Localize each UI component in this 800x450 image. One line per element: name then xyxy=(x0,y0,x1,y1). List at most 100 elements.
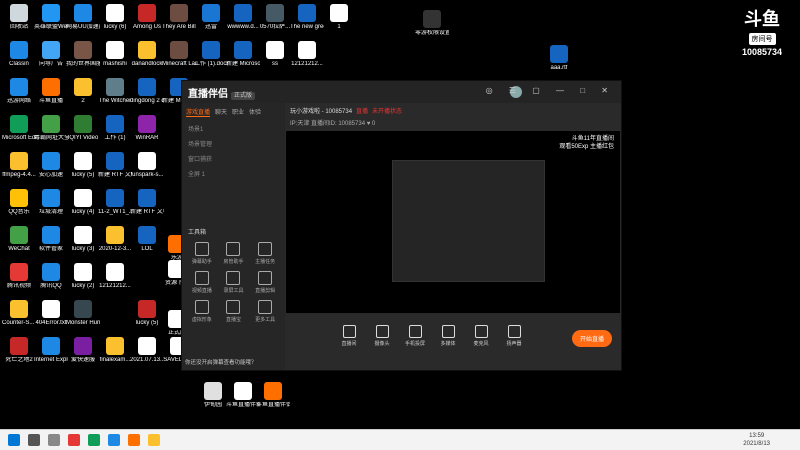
desktop-icon[interactable]: funspark-s... xyxy=(130,152,164,179)
desktop-icon[interactable]: 斗鱼直播伴侣 xyxy=(226,382,260,409)
desktop-icon[interactable]: 11-2_WT1_... xyxy=(98,189,132,216)
desktop-icon[interactable]: 垃圾清理 xyxy=(34,189,68,216)
desktop-icon[interactable]: WeChat xyxy=(2,226,36,253)
desktop-icon[interactable]: 安心加速 xyxy=(34,152,68,179)
desktop-icon[interactable]: 毒霸网址大全 xyxy=(34,115,68,142)
desktop-icon[interactable]: 向导广告 xyxy=(34,41,68,68)
desktop-icon[interactable]: IQIYI Video xyxy=(66,115,100,142)
left-tab[interactable]: 游戏直播 xyxy=(186,107,211,117)
tool-item[interactable]: 更多工具 xyxy=(249,300,281,323)
tool-item[interactable]: 房管助手 xyxy=(218,242,250,265)
task-view-icon[interactable] xyxy=(48,434,60,446)
desktop-icon[interactable]: 新建 Microsoft ... xyxy=(226,41,260,68)
start-icon[interactable] xyxy=(8,434,20,446)
bottom-tool[interactable]: 麦克风 xyxy=(470,325,492,347)
desktop-icon[interactable]: 我的世界国服 xyxy=(66,41,100,68)
desktop-icon[interactable]: ffmpeg-4.4... xyxy=(2,152,36,179)
desktop-icon[interactable]: 404Error.txt xyxy=(34,300,68,327)
desktop-icon[interactable]: 12121212... xyxy=(290,41,324,68)
start-stream-button[interactable]: 开始直播 xyxy=(571,330,612,347)
desktop-icon[interactable]: 工作 (1) xyxy=(98,115,132,142)
desktop-icon[interactable]: Monster Hunter... xyxy=(66,300,100,327)
desktop-icon[interactable]: lucky (3) xyxy=(66,226,100,253)
desktop-icon[interactable]: 斗鱼直播 xyxy=(34,78,68,105)
desktop-icon[interactable]: 新建 RTF 文档 (2).rtf xyxy=(98,152,132,179)
room-tag[interactable]: 直播 xyxy=(356,109,368,115)
desktop-icon[interactable]: Among Us xyxy=(130,4,164,31)
scene-item[interactable]: 场景管理 xyxy=(182,136,285,151)
desktop-icon[interactable]: lucky (5) xyxy=(130,300,164,327)
desktop-icon[interactable]: 1 xyxy=(322,4,356,31)
desktop-icon[interactable]: 迅游网络 xyxy=(2,78,36,105)
desktop-icon[interactable]: The new green rev... xyxy=(290,4,324,31)
desktop-icon[interactable]: mashishi xyxy=(98,41,132,68)
desktop-icon[interactable]: 回收站 xyxy=(2,4,36,31)
desktop-icon[interactable]: Counter-S... Global Off... xyxy=(2,300,36,327)
desktop-icon[interactable]: lucky (6) xyxy=(98,4,132,31)
desktop-icon[interactable]: 死亡之地2 xyxy=(2,337,36,364)
notice-text[interactable]: 你还没开启弹幕查看功能哦？ xyxy=(185,358,257,366)
left-tab[interactable]: 聊天 xyxy=(215,107,227,117)
desktop-icon[interactable]: 斗鱼直播伴侣播放器插件 xyxy=(256,382,290,409)
explorer-icon[interactable] xyxy=(108,434,120,446)
desktop-icon[interactable]: LOL xyxy=(130,226,164,253)
douyu-icon[interactable] xyxy=(128,434,140,446)
desktop-icon[interactable]: Classin xyxy=(2,41,36,68)
desktop-icon[interactable]: QQ音乐 xyxy=(2,189,36,216)
desktop-icon[interactable]: 零游权限设置.mp4 xyxy=(415,10,449,37)
desktop-icon[interactable]: wwwww.d... xyxy=(226,4,260,31)
desktop-icon[interactable]: 新建 RTF 文档.rtf xyxy=(130,189,164,216)
scene-item[interactable]: 场景1 xyxy=(182,121,285,136)
tool-item[interactable]: 直播剪辑 xyxy=(249,271,281,294)
scene-item[interactable]: 窗口捕获 xyxy=(182,151,285,166)
desktop-icon[interactable]: Minecraft Launcher xyxy=(162,41,196,68)
desktop-icon[interactable]: 爱快速服 xyxy=(66,337,100,364)
search-icon[interactable] xyxy=(28,434,40,446)
desktop-icon[interactable]: 2020-12-3... xyxy=(98,226,132,253)
desktop-icon[interactable]: 腾讯QQ xyxy=(34,263,68,290)
desktop-icon[interactable]: 2021.07.13... xyxy=(130,337,164,364)
tool-item[interactable]: 录屏工具 xyxy=(218,271,250,294)
bottom-tool[interactable]: 扬声器 xyxy=(503,325,525,347)
app-icon[interactable] xyxy=(68,434,80,446)
tool-item[interactable]: 主播任务 xyxy=(249,242,281,265)
app-titlebar[interactable]: 直播伴侣 正式版 ◎ ☰ ▢ — □ ✕ xyxy=(182,81,621,103)
left-tab[interactable]: 体验 xyxy=(249,107,261,117)
left-tab[interactable]: 职业 xyxy=(232,107,244,117)
desktop-icon[interactable]: 腾讯视频 xyxy=(2,263,36,290)
desktop-icon[interactable]: WinRAR xyxy=(130,115,164,142)
bottom-tool[interactable]: 手机投屏 xyxy=(404,325,426,347)
desktop-icon[interactable]: 软件管家 xyxy=(34,226,68,253)
desktop-icon[interactable]: 0570拉萨... xyxy=(258,4,292,31)
scene-item[interactable]: 全屏 1 xyxy=(182,166,285,181)
clock[interactable]: 13:59 2021/8/13 xyxy=(743,432,770,448)
bottom-tool[interactable]: 摄像头 xyxy=(371,325,393,347)
desktop-icon[interactable]: Microsoft Edge xyxy=(2,115,36,142)
streaming-app-window[interactable]: 直播伴侣 正式版 ◎ ☰ ▢ — □ ✕ 游戏直播 聊天 职业 体验 场景1 场景管理 窗口… xyxy=(181,80,622,371)
bottom-tool[interactable]: 多媒体 xyxy=(437,325,459,347)
desktop-icon[interactable]: 12121212... xyxy=(98,263,132,290)
desktop-icon[interactable]: lucky (2) xyxy=(66,263,100,290)
tool-item[interactable]: 直播宝 xyxy=(218,300,250,323)
desktop-icon[interactable]: lucky (5) xyxy=(66,152,100,179)
tool-item[interactable]: 弹幕助手 xyxy=(186,242,218,265)
desktop-icon[interactable]: dingdong 2 deyandocx xyxy=(130,78,164,105)
desktop-icon[interactable]: aaa.rtf xyxy=(542,45,576,72)
desktop-icon[interactable]: The Witcher xyxy=(98,78,132,105)
desktop-icon[interactable]: They Are Billions xyxy=(162,4,196,31)
desktop-icon[interactable]: finalexam... xyxy=(98,337,132,364)
desktop-icon[interactable]: 2 xyxy=(66,78,100,105)
edge-icon[interactable] xyxy=(88,434,100,446)
desktop-icon[interactable]: Internet Explorer xyxy=(34,337,68,364)
desktop-icon[interactable]: 迅雷 xyxy=(194,4,228,31)
bottom-tool[interactable]: 直播间 xyxy=(338,325,360,347)
desktop-icon[interactable]: lucky (4) xyxy=(66,189,100,216)
tool-item[interactable]: 虚拟形象 xyxy=(186,300,218,323)
desktop-icon[interactable]: 伊甸园 xyxy=(196,382,230,409)
desktop-icon[interactable]: 网易UU加速器 xyxy=(66,4,100,31)
desktop-icon[interactable]: 英雄联盟WeGame版 xyxy=(34,4,68,31)
desktop-icon[interactable]: ss xyxy=(258,41,292,68)
tool-item[interactable]: 视频直播 xyxy=(186,271,218,294)
folder-icon[interactable] xyxy=(148,434,160,446)
desktop-icon[interactable]: 工作 (1).docx xyxy=(194,41,228,68)
